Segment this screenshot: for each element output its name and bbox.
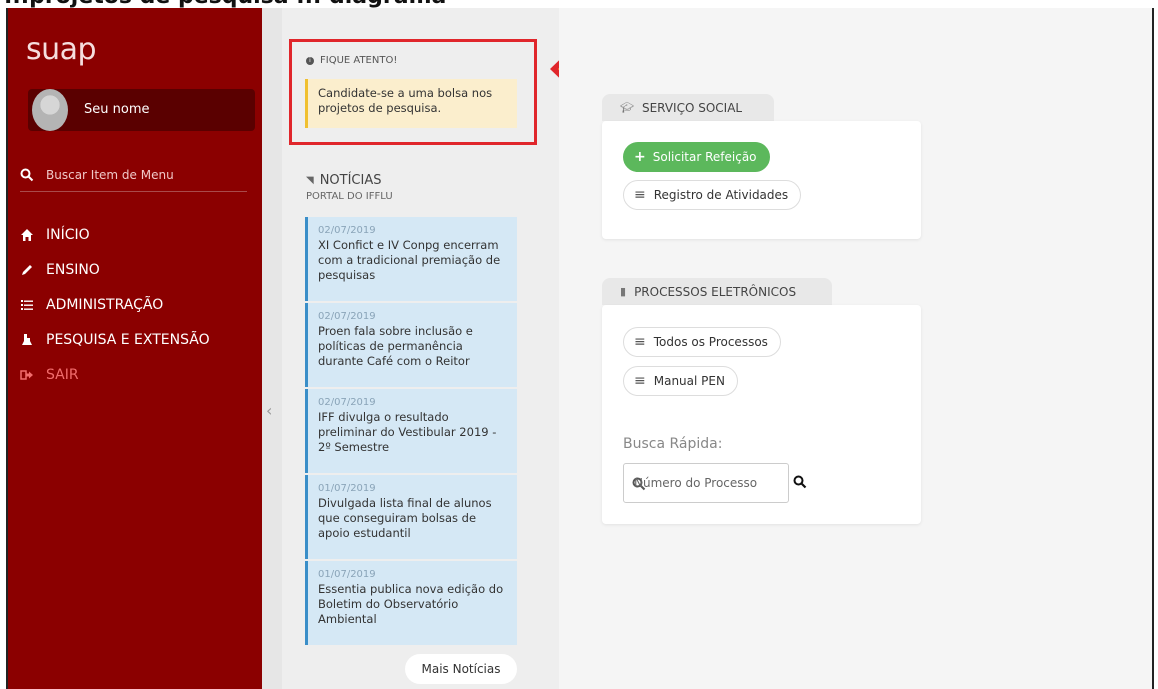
screenshot-frame bbox=[6, 8, 1154, 689]
top-cut-header: ...projetos de pesquisa ... diagrama bbox=[0, 0, 1158, 8]
top-cut-text: ...projetos de pesquisa ... diagrama bbox=[4, 0, 446, 8]
